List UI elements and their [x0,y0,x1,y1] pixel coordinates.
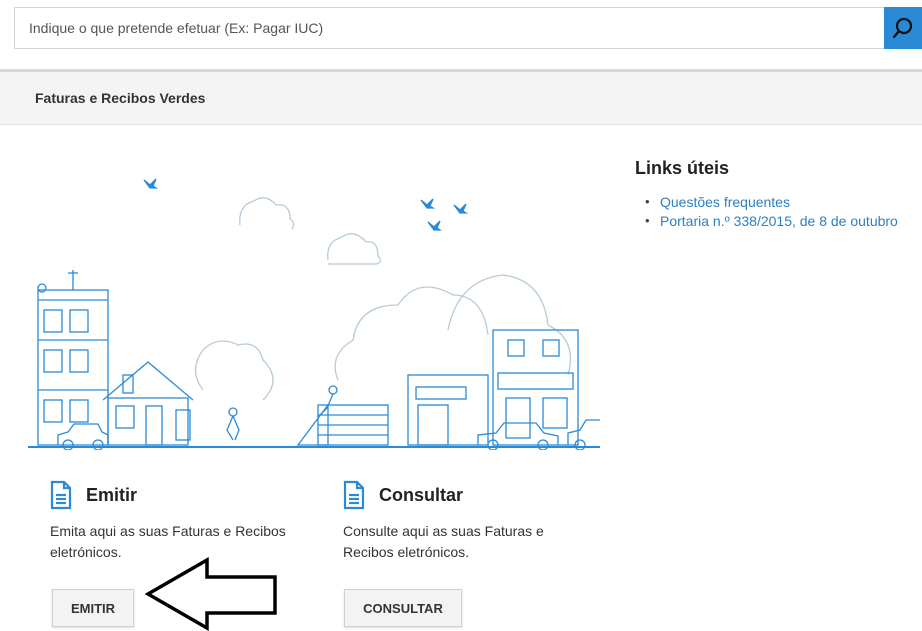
search-input[interactable] [15,8,883,48]
document-icon [50,480,72,510]
list-item: Questões frequentes [645,193,910,211]
card-title: Emitir [86,484,138,505]
card-description: Consulte aqui as suas Faturas e Recibos … [343,523,544,560]
emitir-button[interactable]: EMITIR [52,589,134,627]
bird-icon [143,178,469,231]
card-consultar: Consultar Consulte aqui as suas Faturas … [343,475,603,563]
search-icon [892,17,913,39]
subheader: Faturas e Recibos Verdes [0,69,922,125]
page-title: Faturas e Recibos Verdes [35,90,206,106]
link-questoes-frequentes[interactable]: Questões frequentes [660,194,790,210]
document-icon [343,480,365,510]
card-emitir: Emitir Emita aqui as suas Faturas e Reci… [50,475,310,563]
arrow-left-icon [145,557,277,631]
list-item: Portaria n.º 338/2015, de 8 de outubro [645,212,910,230]
search-button[interactable] [884,7,922,49]
consultar-button[interactable]: CONSULTAR [344,589,462,627]
links-title: Links úteis [635,158,730,178]
search-bar [14,7,922,49]
card-title: Consultar [379,484,464,505]
city-illustration [28,178,600,450]
links-list: Questões frequentes Portaria n.º 338/201… [645,193,910,231]
link-portaria[interactable]: Portaria n.º 338/2015, de 8 de outubro [660,213,898,229]
